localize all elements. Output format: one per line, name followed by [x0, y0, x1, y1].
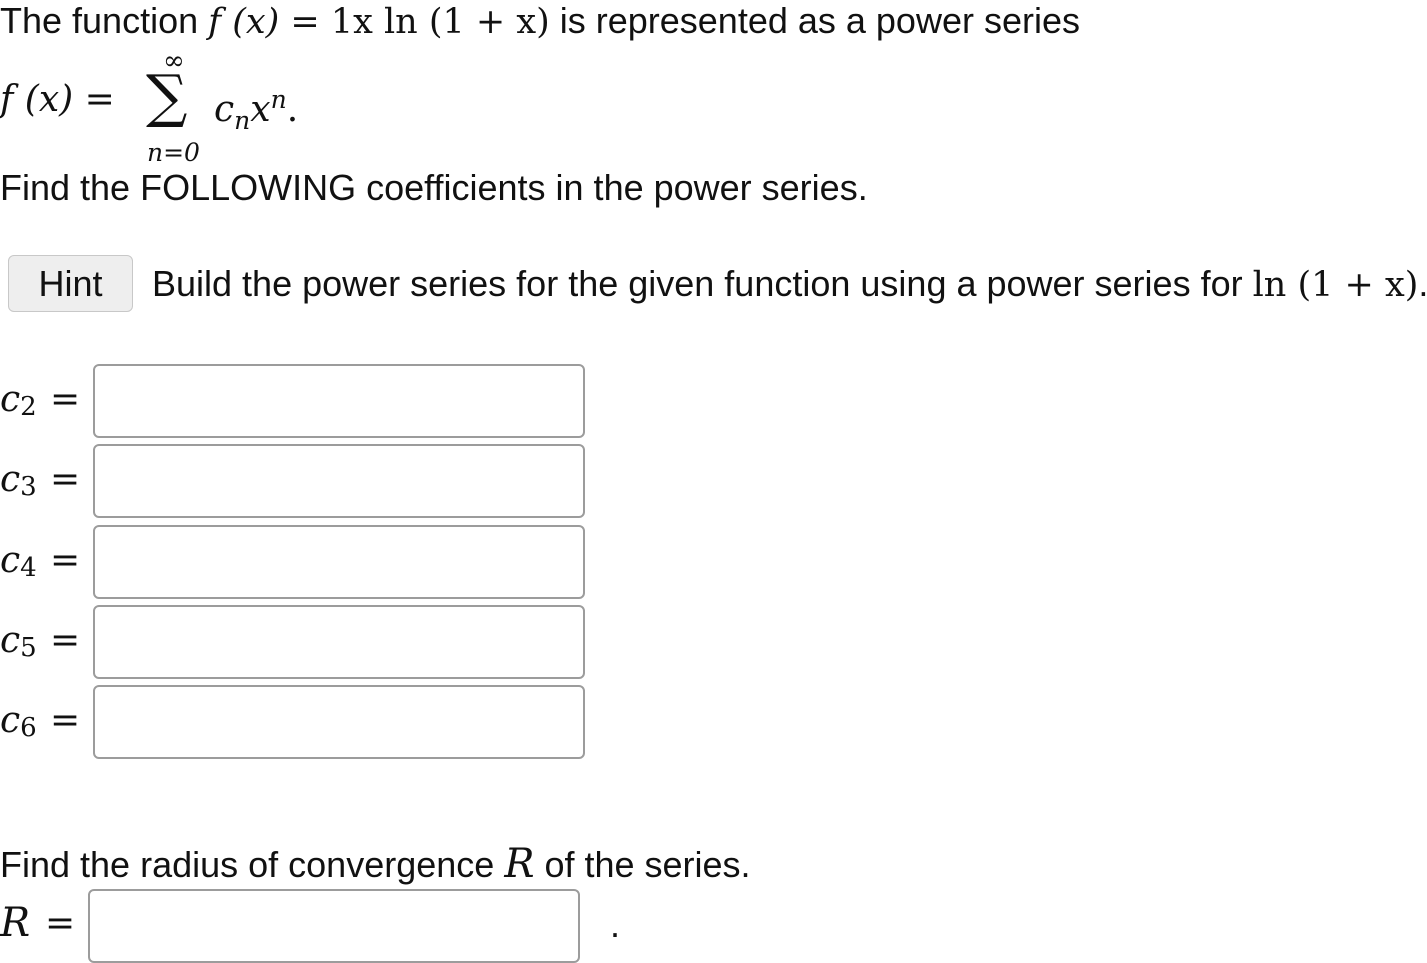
series-coef-sub: n	[234, 106, 251, 136]
coefficient-index: 4	[20, 553, 37, 583]
c2-input[interactable]	[93, 364, 585, 438]
coefficient-label: c2	[0, 378, 37, 429]
intro-prefix: The function	[0, 0, 209, 41]
radius-prompt: Find the radius of convergence R of the …	[0, 843, 751, 886]
hint-text-suffix: .	[1418, 263, 1427, 304]
coefficient-row-c2: c2 =	[0, 364, 600, 438]
function-rhs: 1x ln (1 + x)	[330, 2, 550, 42]
coefficient-index: 3	[20, 472, 37, 502]
series-var-sup: n	[270, 85, 287, 114]
coefficient-label: c4	[0, 539, 37, 590]
coefficient-row-c5: c5 =	[0, 605, 600, 679]
c5-input[interactable]	[93, 605, 585, 679]
coefficient-label: c6	[0, 699, 37, 750]
radius-prompt-prefix: Find the radius of convergence	[0, 844, 505, 885]
coefficient-row-c3: c3 =	[0, 444, 600, 518]
power-series-formula: f (x) = ∞ ∑ cnxn. n=0	[0, 48, 400, 168]
series-coef: c	[214, 89, 235, 130]
coefficient-index: 2	[20, 392, 37, 422]
coefficient-symbol: c	[0, 540, 21, 581]
radius-prompt-suffix: of the series.	[534, 844, 751, 885]
equals-sign: =	[45, 903, 76, 944]
hint-text: Build the power series for the given fun…	[152, 263, 1427, 306]
coefficient-index: 5	[20, 633, 37, 663]
coefficient-label: c5	[0, 619, 37, 670]
function-lhs: f (x) =	[208, 2, 331, 42]
intro-suffix: is represented as a power series	[549, 0, 1080, 41]
coefficient-row-c4: c4 =	[0, 525, 600, 599]
coefficient-symbol: c	[0, 700, 21, 741]
coefficient-symbol: c	[0, 620, 21, 661]
hint-math: ln (1 + x)	[1252, 265, 1419, 305]
coefficient-symbol: c	[0, 379, 21, 420]
intro-line: The function f (x) = 1x ln (1 + x) is re…	[0, 0, 1080, 43]
equals-sign: =	[50, 540, 81, 581]
coefficient-label: c3	[0, 458, 37, 509]
hint-text-prefix: Build the power series for the given fun…	[152, 263, 1253, 304]
equals-sign: =	[50, 379, 81, 420]
coefficient-symbol: c	[0, 459, 21, 500]
coefficient-row-c6: c6 =	[0, 685, 600, 759]
radius-label: R	[0, 900, 31, 946]
find-coefficients-prompt: Find the FOLLOWING coefficients in the p…	[0, 167, 868, 208]
series-lhs: f (x) =	[0, 79, 115, 120]
radius-symbol: R	[504, 841, 535, 887]
series-var: x	[250, 89, 271, 130]
c4-input[interactable]	[93, 525, 585, 599]
coefficient-index: 6	[20, 713, 37, 743]
hint-button[interactable]: Hint	[8, 255, 133, 312]
equals-sign: =	[50, 620, 81, 661]
c3-input[interactable]	[93, 444, 585, 518]
c6-input[interactable]	[93, 685, 585, 759]
sum-lower-limit: n=0	[147, 138, 200, 167]
radius-period: .	[610, 904, 621, 945]
series-end: .	[286, 89, 299, 130]
series-term: cnxn.	[214, 78, 298, 143]
radius-input[interactable]	[88, 889, 580, 963]
equals-sign: =	[50, 700, 81, 741]
sigma-symbol: ∑	[146, 62, 188, 130]
equals-sign: =	[50, 459, 81, 500]
